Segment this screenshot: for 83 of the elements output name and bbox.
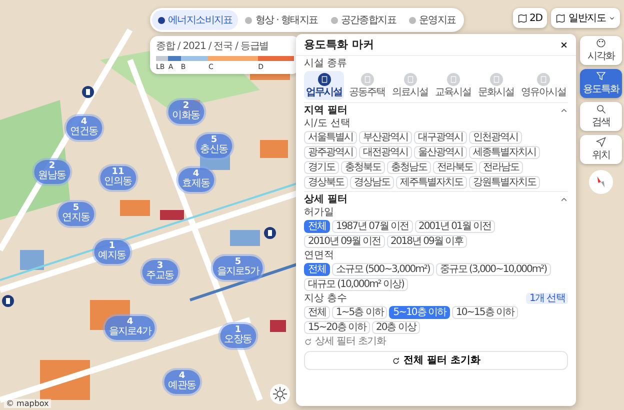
navigation-arrow-icon [596, 137, 606, 147]
filter-chip[interactable]: 2001년 01월 이전 [414, 220, 496, 233]
search-icon [596, 104, 606, 114]
map-type-dropdown[interactable]: 일반지도 [551, 8, 620, 28]
reset-detail-link[interactable]: 상세 필터 초기화 [304, 336, 386, 347]
compass-icon[interactable] [589, 170, 613, 194]
map-credit: © mapbox [4, 399, 51, 408]
filter-tool-button[interactable]: 용도특화 [580, 69, 622, 98]
filter-chip[interactable]: 소규모 (500~3,000m²) [332, 263, 434, 276]
map-icon [518, 14, 527, 22]
facility-type-button[interactable]: 업무시설 [304, 71, 344, 100]
filter-chip[interactable]: 15~20층 이하 [304, 321, 370, 334]
building-icon [490, 73, 502, 86]
filter-label: 연면적 [304, 250, 334, 261]
filter-icon [596, 71, 606, 81]
layer-tab[interactable]: 형상 · 형태지표 [239, 10, 324, 30]
building-icon [318, 73, 330, 86]
filter-chip[interactable]: 대규모 (10,000m² 이상) [304, 278, 408, 291]
locate-tool-button[interactable]: 위치 [580, 135, 622, 164]
filter-chip[interactable]: 전체 [304, 306, 330, 319]
facility-type-button[interactable]: 의료시설 [390, 71, 430, 100]
facility-type-button[interactable]: 공동주택 [347, 71, 387, 100]
filter-chip[interactable]: 5~10층 이하 [389, 306, 450, 319]
section-title: 지역 필터 [304, 105, 348, 116]
region-chip[interactable]: 인천광역시 [469, 131, 522, 144]
caret-icon [609, 15, 615, 21]
filter-chip[interactable]: 2010년 09월 이전 [304, 235, 385, 248]
facility-type-button[interactable]: 문화시설 [476, 71, 516, 100]
region-chip[interactable]: 대전광역시 [359, 146, 412, 159]
section-label: 시설 종류 [304, 58, 348, 69]
search-tool-button[interactable]: 검색 [580, 102, 622, 131]
filter-label: 허가일 [304, 207, 334, 218]
reset-icon [392, 356, 400, 364]
map-icon [556, 14, 566, 22]
building-pin-icon[interactable] [2, 295, 14, 307]
filter-label: 시/도 선택 [304, 118, 351, 129]
building-icon [404, 73, 416, 86]
region-chip[interactable]: 제주특별자치도 [396, 176, 467, 189]
filter-chip[interactable]: 2018년 09월 이후 [386, 235, 468, 248]
sun-icon[interactable] [270, 384, 290, 404]
layer-tab[interactable]: 운영지표 [402, 10, 462, 30]
filter-chip[interactable]: 중규모 (3,000~10,000m²) [436, 263, 551, 276]
region-chip[interactable]: 서울특별시 [304, 131, 357, 144]
region-chip[interactable]: 경상북도 [304, 176, 348, 189]
view-mode-button[interactable]: 2D [512, 8, 548, 28]
chevron-icon[interactable] [560, 106, 568, 114]
filter-label: 지상 층수 [304, 293, 348, 304]
panel-title: 용도특화 마커 [304, 37, 374, 52]
filter-chip[interactable]: 1987년 07월 이전 [332, 220, 413, 233]
section-title: 상세 필터 [304, 194, 348, 205]
region-chip[interactable]: 충청남도 [387, 161, 431, 174]
layer-tab[interactable]: 공간종합지표 [324, 10, 402, 30]
filter-chip[interactable]: 20층 이상 [372, 321, 420, 334]
building-icon [537, 73, 550, 86]
region-chip[interactable]: 강원특별자치도 [469, 176, 540, 189]
filter-chip[interactable]: 1~5층 이하 [332, 306, 388, 319]
region-chip[interactable]: 전라남도 [479, 161, 523, 174]
palette-tool-button[interactable]: 시각화 [580, 36, 622, 65]
region-chip[interactable]: 충청북도 [341, 161, 385, 174]
selection-count-badge: 1개 선택 [526, 293, 568, 304]
filter-chip[interactable]: 전체 [304, 263, 330, 276]
chevron-icon[interactable] [560, 196, 568, 204]
building-pin-icon[interactable] [264, 227, 276, 239]
region-chip[interactable]: 광주광역시 [304, 146, 357, 159]
region-chip[interactable]: 경상남도 [350, 176, 394, 189]
legend-breadcrumb: 종합 / 2021 / 전국 / 등급별 [156, 40, 270, 53]
filter-chip[interactable]: 10~15층 이하 [452, 306, 518, 319]
region-chip[interactable]: 울산광역시 [414, 146, 467, 159]
region-chip[interactable]: 대구광역시 [414, 131, 467, 144]
region-chip[interactable]: 전라북도 [433, 161, 477, 174]
reset-icon [304, 338, 312, 346]
region-chip[interactable]: 세종특별자치시 [469, 146, 540, 159]
region-chip[interactable]: 경기도 [304, 161, 339, 174]
facility-type-button[interactable]: 영유아시설 [519, 71, 568, 100]
building-pin-icon[interactable] [82, 86, 94, 98]
building-icon [446, 73, 460, 86]
building-icon [360, 73, 374, 86]
close-icon[interactable] [560, 40, 568, 48]
reset-all-button[interactable]: 전체 필터 초기화 [304, 351, 568, 370]
region-chip[interactable]: 부산광역시 [359, 131, 412, 144]
facility-type-button[interactable]: 교육시설 [433, 71, 473, 100]
layer-tab[interactable]: 에너지소비지표 [152, 10, 238, 30]
filter-chip[interactable]: 전체 [304, 220, 330, 233]
